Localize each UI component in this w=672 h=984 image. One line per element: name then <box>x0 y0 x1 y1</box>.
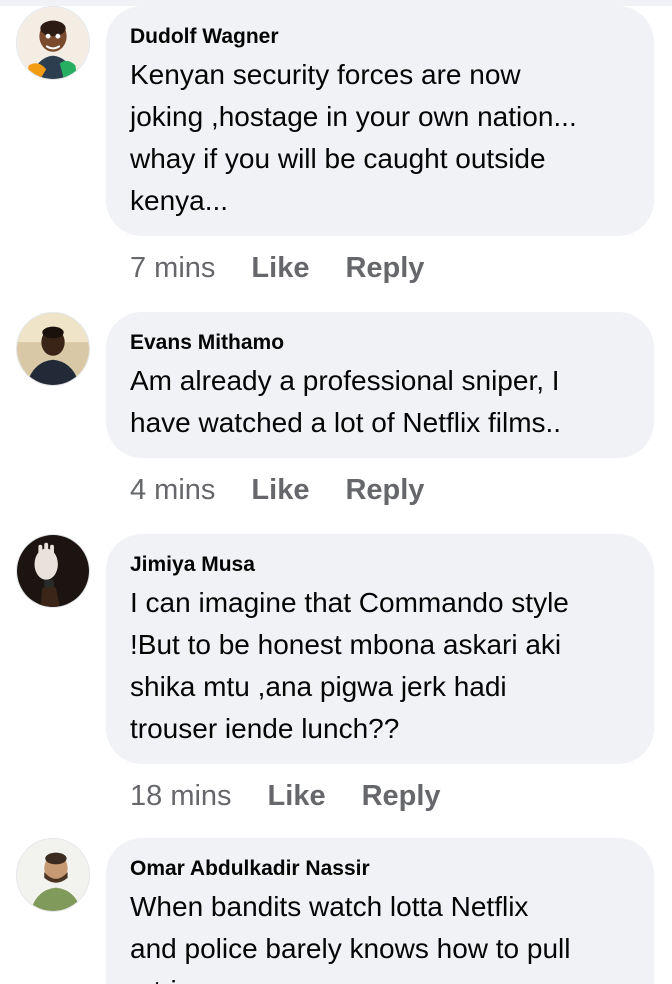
reply-button[interactable]: Reply <box>345 252 424 285</box>
comment-timestamp[interactable]: 7 mins <box>130 252 215 285</box>
comment-text: When bandits watch lotta Netflix and pol… <box>130 891 571 984</box>
comment-text: Am already a professional sniper, I have… <box>130 365 562 438</box>
comment-author[interactable]: Omar Abdulkadir Nassir <box>130 856 630 882</box>
reply-button[interactable]: Reply <box>345 474 424 507</box>
hand-photo-avatar-icon <box>17 535 89 607</box>
caricature-avatar-icon <box>17 7 89 79</box>
comment-bubble: Dudolf Wagner Kenyan security forces are… <box>106 6 654 236</box>
comment-text: Kenyan security forces are now joking ,h… <box>130 59 577 216</box>
avatar[interactable] <box>16 6 90 80</box>
comment-author[interactable]: Evans Mithamo <box>130 330 630 356</box>
comment-text: I can imagine that Commando style !But t… <box>130 587 569 744</box>
avatar[interactable] <box>16 312 90 386</box>
comments-feed: Dudolf Wagner Kenyan security forces are… <box>0 0 672 984</box>
like-button[interactable]: Like <box>251 474 309 507</box>
like-button[interactable]: Like <box>251 252 309 285</box>
comment-actions: 4 mins Like Reply <box>130 470 424 510</box>
reply-button[interactable]: Reply <box>362 780 441 813</box>
comment-actions: 7 mins Like Reply <box>130 248 424 288</box>
avatar[interactable] <box>16 534 90 608</box>
comment-author[interactable]: Jimiya Musa <box>130 552 630 578</box>
comment-bubble: Evans Mithamo Am already a professional … <box>106 312 654 458</box>
like-button[interactable]: Like <box>268 780 326 813</box>
comment-timestamp[interactable]: 18 mins <box>130 780 232 813</box>
comment-actions: 18 mins Like Reply <box>130 776 441 816</box>
comment-bubble: Jimiya Musa I can imagine that Commando … <box>106 534 654 764</box>
person-photo-avatar-icon <box>17 839 89 911</box>
person-photo-avatar-icon <box>17 313 89 385</box>
comment-author[interactable]: Dudolf Wagner <box>130 24 630 50</box>
avatar[interactable] <box>16 838 90 912</box>
comment-timestamp[interactable]: 4 mins <box>130 474 215 507</box>
comment-bubble: Omar Abdulkadir Nassir When bandits watc… <box>106 838 654 984</box>
